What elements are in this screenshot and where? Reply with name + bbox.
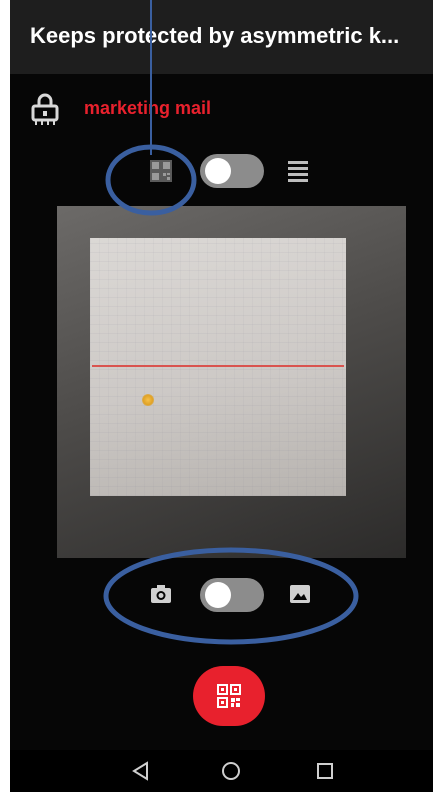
scan-target-area [90,238,346,496]
source-toggle[interactable] [200,578,264,612]
account-name: marketing mail [84,98,212,118]
camera-viewfinder [57,206,406,558]
focus-point [142,394,154,406]
lock-icon [31,93,59,125]
back-icon[interactable] [130,760,152,782]
camera-icon[interactable] [150,584,172,604]
scan-line [92,365,344,367]
page-title: Keeps protected by asymmetric k... [30,23,400,48]
app-screen: Keeps protected by asymmetric k... marke… [10,0,433,792]
system-nav-bar [10,750,433,792]
title-bar: Keeps protected by asymmetric k... [10,0,433,74]
home-icon[interactable] [220,760,242,782]
qr-code-icon[interactable] [150,160,172,182]
recents-icon[interactable] [314,760,336,782]
qr-code-icon [217,684,241,708]
toggle-knob [205,158,231,184]
scan-fab-button[interactable] [193,666,265,726]
text-lines-icon[interactable] [288,160,308,182]
image-icon[interactable] [290,585,310,603]
toggle-knob [205,582,231,608]
mode-toggle[interactable] [200,154,264,188]
